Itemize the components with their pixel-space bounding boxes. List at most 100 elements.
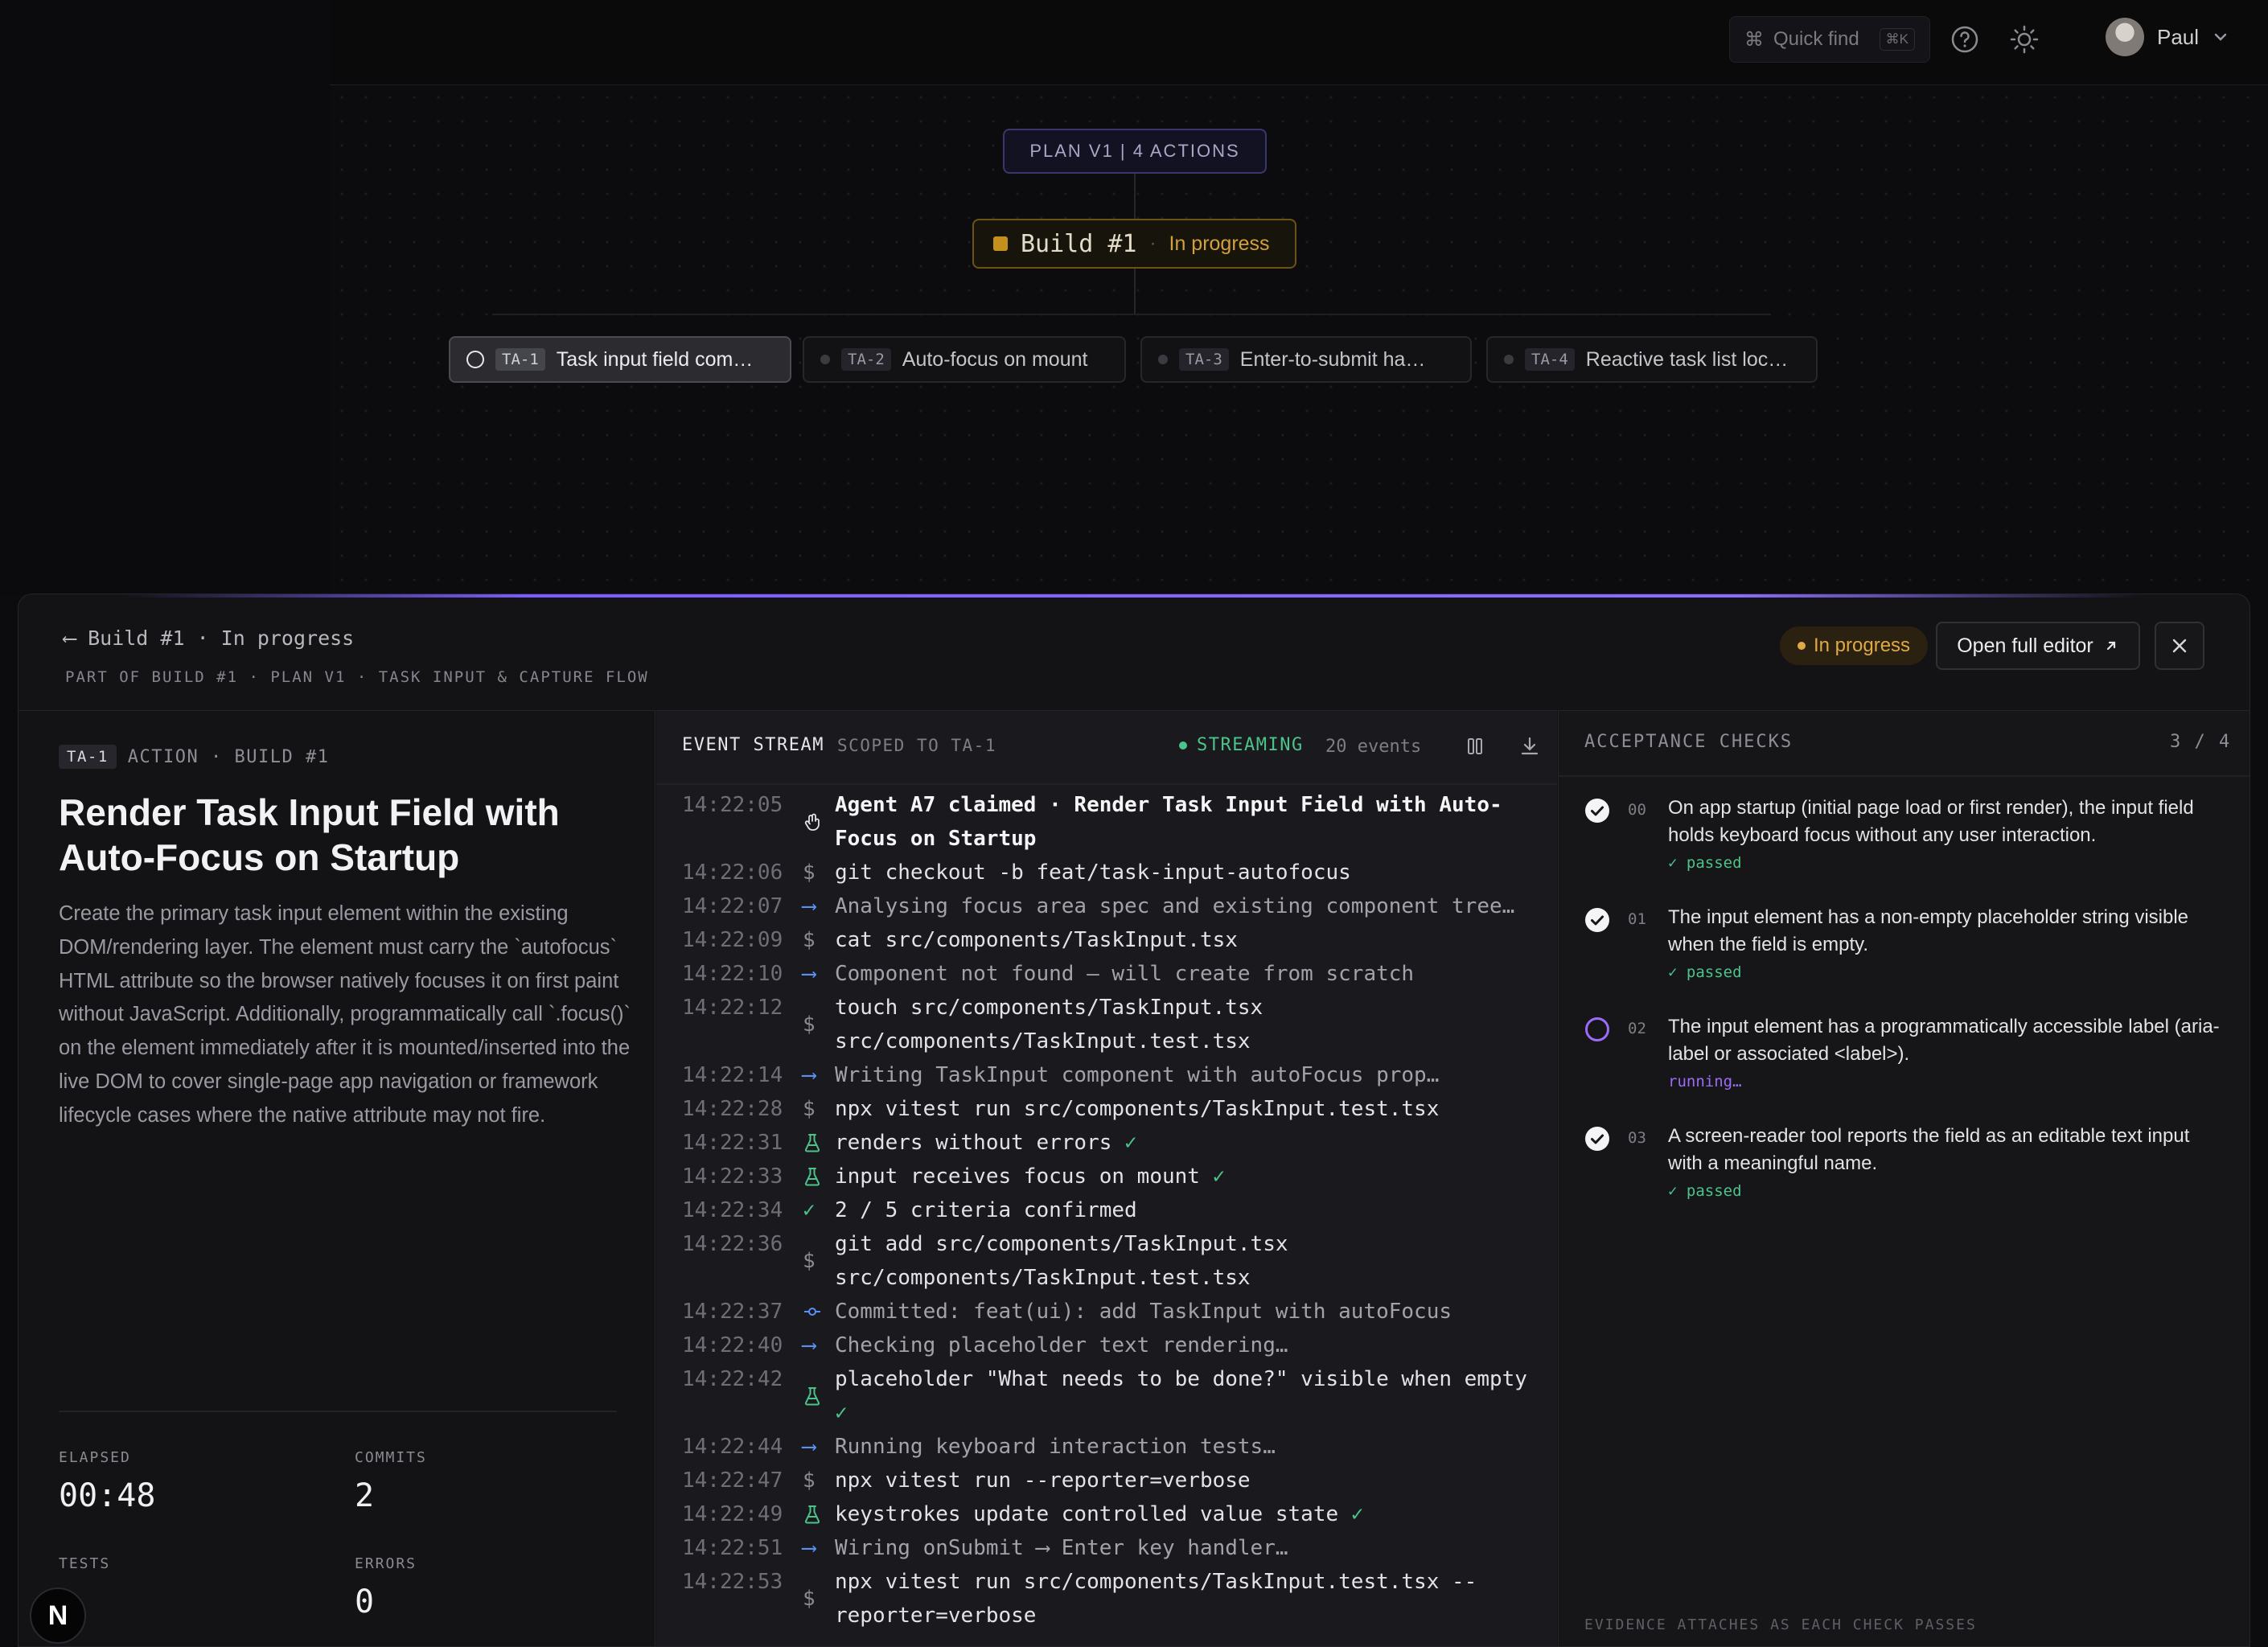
stat-errors: ERRORS 0 [355, 1555, 417, 1620]
quick-find-label: Quick find [1773, 28, 1859, 50]
download-icon[interactable] [1514, 730, 1546, 762]
sidebar-strip [0, 0, 330, 595]
action-node-ta-4[interactable]: TA-4 Reactive task list loc… [1486, 336, 1818, 383]
event-text: 2 / 5 criteria confirmed [835, 1198, 1137, 1222]
event-row: 14:22:28 $ npx vitest run src/components/T… [656, 1092, 1557, 1126]
event-timestamp: 14:22:53 [682, 1570, 783, 1594]
check-circle-icon [1584, 1126, 1610, 1152]
stat-label: ERRORS [355, 1555, 417, 1572]
action-label: Auto-focus on mount [902, 347, 1088, 371]
event-text: npx vitest run src/components/TaskInput.… [835, 1570, 1477, 1628]
check-icon: ✓ [1124, 1131, 1137, 1155]
event-stream: EVENT STREAM SCOPED TO TA-1 STREAMING 20… [656, 710, 1557, 1646]
arrow-right-icon: ⟶ [803, 1536, 816, 1560]
event-text: Running keyboard interaction tests… [835, 1435, 1276, 1459]
nextjs-logo-icon[interactable]: N [30, 1587, 86, 1644]
terminal-prompt-icon: $ [803, 1249, 816, 1273]
check-icon: ✓ [803, 1198, 816, 1222]
event-log: 14:22:05 Agent A7 claimed · Render Task I… [656, 788, 1557, 1633]
check-number: 00 [1628, 801, 1646, 819]
check-status: ✓ passed [1668, 963, 1742, 981]
checks-footer: EVIDENCE ATTACHES AS EACH CHECK PASSES [1584, 1616, 1977, 1633]
user-menu[interactable]: Paul [2106, 18, 2229, 56]
terminal-prompt-icon: $ [803, 928, 816, 952]
quick-find-button[interactable]: ⌘ Quick find ⌘K [1729, 16, 1930, 63]
status-dot-icon [1798, 642, 1806, 650]
status-dot-icon [1158, 355, 1168, 364]
event-timestamp: 14:22:28 [682, 1097, 783, 1121]
action-label: Reactive task list loc… [1585, 347, 1789, 371]
event-text: keystrokes update controlled value state… [835, 1502, 1364, 1526]
event-row: 14:22:09 $ cat src/components/TaskInput.ts… [656, 923, 1557, 957]
event-text: Writing TaskInput component with autoFoc… [835, 1063, 1440, 1087]
action-label: Task input field com… [556, 347, 754, 371]
plan-node[interactable]: PLAN V1 | 4 ACTIONS [1003, 129, 1267, 174]
check-number: 01 [1628, 910, 1646, 928]
streaming-label: STREAMING [1197, 735, 1304, 755]
terminal-prompt-icon: $ [803, 860, 816, 885]
arrow-right-icon: ⟶ [803, 1435, 816, 1459]
status-dot-icon [820, 355, 830, 364]
close-button[interactable] [2155, 622, 2204, 670]
event-row: 14:22:07 ⟶ Analysing focus area spec and e… [656, 889, 1557, 923]
event-row: 14:22:40 ⟶ Checking placeholder text rende… [656, 1329, 1557, 1362]
task-meta: ACTION · BUILD #1 [127, 746, 330, 767]
theme-toggle-icon[interactable] [2006, 21, 2043, 58]
event-stream-title: EVENT STREAM [682, 735, 824, 755]
chevron-down-icon [2214, 33, 2227, 41]
panel-subtitle: PART OF BUILD #1 · PLAN V1 · TASK INPUT … [65, 668, 649, 686]
event-text: Checking placeholder text rendering… [835, 1333, 1288, 1357]
arrow-right-icon: ⟶ [803, 894, 816, 918]
stat-elapsed: ELAPSED 00:48 [59, 1449, 155, 1514]
flask-icon [803, 1362, 835, 1430]
acceptance-checks-count: 3 / 4 [2170, 732, 2232, 752]
event-row: 14:22:33 input receives focus on mount ✓ [656, 1160, 1557, 1193]
connector-line [1134, 269, 1136, 314]
action-node-ta-1[interactable]: TA-1 Task input field com… [449, 336, 791, 383]
event-row: 14:22:53 $ npx vitest run src/components/T… [656, 1565, 1557, 1633]
event-text: Component not found — will create from s… [835, 962, 1415, 986]
event-stream-scope: SCOPED TO TA-1 [836, 735, 996, 755]
event-text: Wiring onSubmit ⟶ Enter key handler… [835, 1536, 1288, 1560]
stat-value: 2 [355, 1477, 375, 1514]
event-timestamp: 14:22:33 [682, 1164, 783, 1189]
acceptance-checks: ACCEPTANCE CHECKS 3 / 4 00 On app startup… [1558, 710, 2250, 1646]
terminal-prompt-icon: $ [803, 1468, 816, 1493]
avatar [2106, 18, 2144, 56]
check-number: 02 [1628, 1020, 1646, 1037]
status-badge: In progress [1780, 626, 1929, 665]
action-id: TA-3 [1179, 348, 1229, 371]
top-bar: ⌘ Quick find ⌘K Paul [330, 0, 2268, 85]
action-node-ta-2[interactable]: TA-2 Auto-focus on mount [803, 336, 1126, 383]
arrow-right-icon: ⟶ [803, 1333, 816, 1357]
commit-icon [803, 1295, 835, 1329]
event-count: 20 events [1325, 737, 1422, 757]
user-name: Paul [2157, 24, 2200, 49]
pause-icon[interactable] [1459, 730, 1491, 762]
terminal-prompt-icon: $ [803, 1097, 816, 1121]
open-full-editor-label: Open full editor [1957, 634, 2093, 657]
task-description: Create the primary task input element wi… [59, 902, 631, 1127]
task-tag: TA-1 ACTION · BUILD #1 [59, 745, 329, 769]
open-full-editor-button[interactable]: Open full editor [1936, 622, 2140, 670]
action-node-ta-3[interactable]: TA-3 Enter-to-submit ha… [1140, 336, 1472, 383]
panel-accent-bar [123, 594, 2142, 598]
breadcrumb[interactable]: ⟵ Build #1 · In progress [64, 626, 354, 650]
event-row: 14:22:05 Agent A7 claimed · Render Task I… [656, 788, 1557, 856]
check-number: 03 [1628, 1129, 1646, 1147]
action-id: TA-4 [1525, 348, 1575, 371]
divider [656, 783, 1557, 785]
terminal-prompt-icon: $ [803, 1587, 816, 1611]
circle-icon [466, 351, 484, 368]
check-text: A screen-reader tool reports the field a… [1668, 1125, 2190, 1174]
stat-tests: TESTS [59, 1555, 110, 1583]
event-timestamp: 14:22:34 [682, 1198, 783, 1222]
event-timestamp: 14:22:49 [682, 1502, 783, 1526]
check-circle-icon [1584, 907, 1610, 933]
build-node-status: In progress [1169, 232, 1270, 255]
build-node[interactable]: Build #1 · In progress [972, 219, 1296, 269]
event-text: git add src/components/TaskInput.tsx src… [835, 1232, 1301, 1290]
event-timestamp: 14:22:51 [682, 1536, 783, 1560]
command-icon: ⌘ [1744, 28, 1764, 51]
help-icon[interactable] [1946, 21, 1983, 58]
